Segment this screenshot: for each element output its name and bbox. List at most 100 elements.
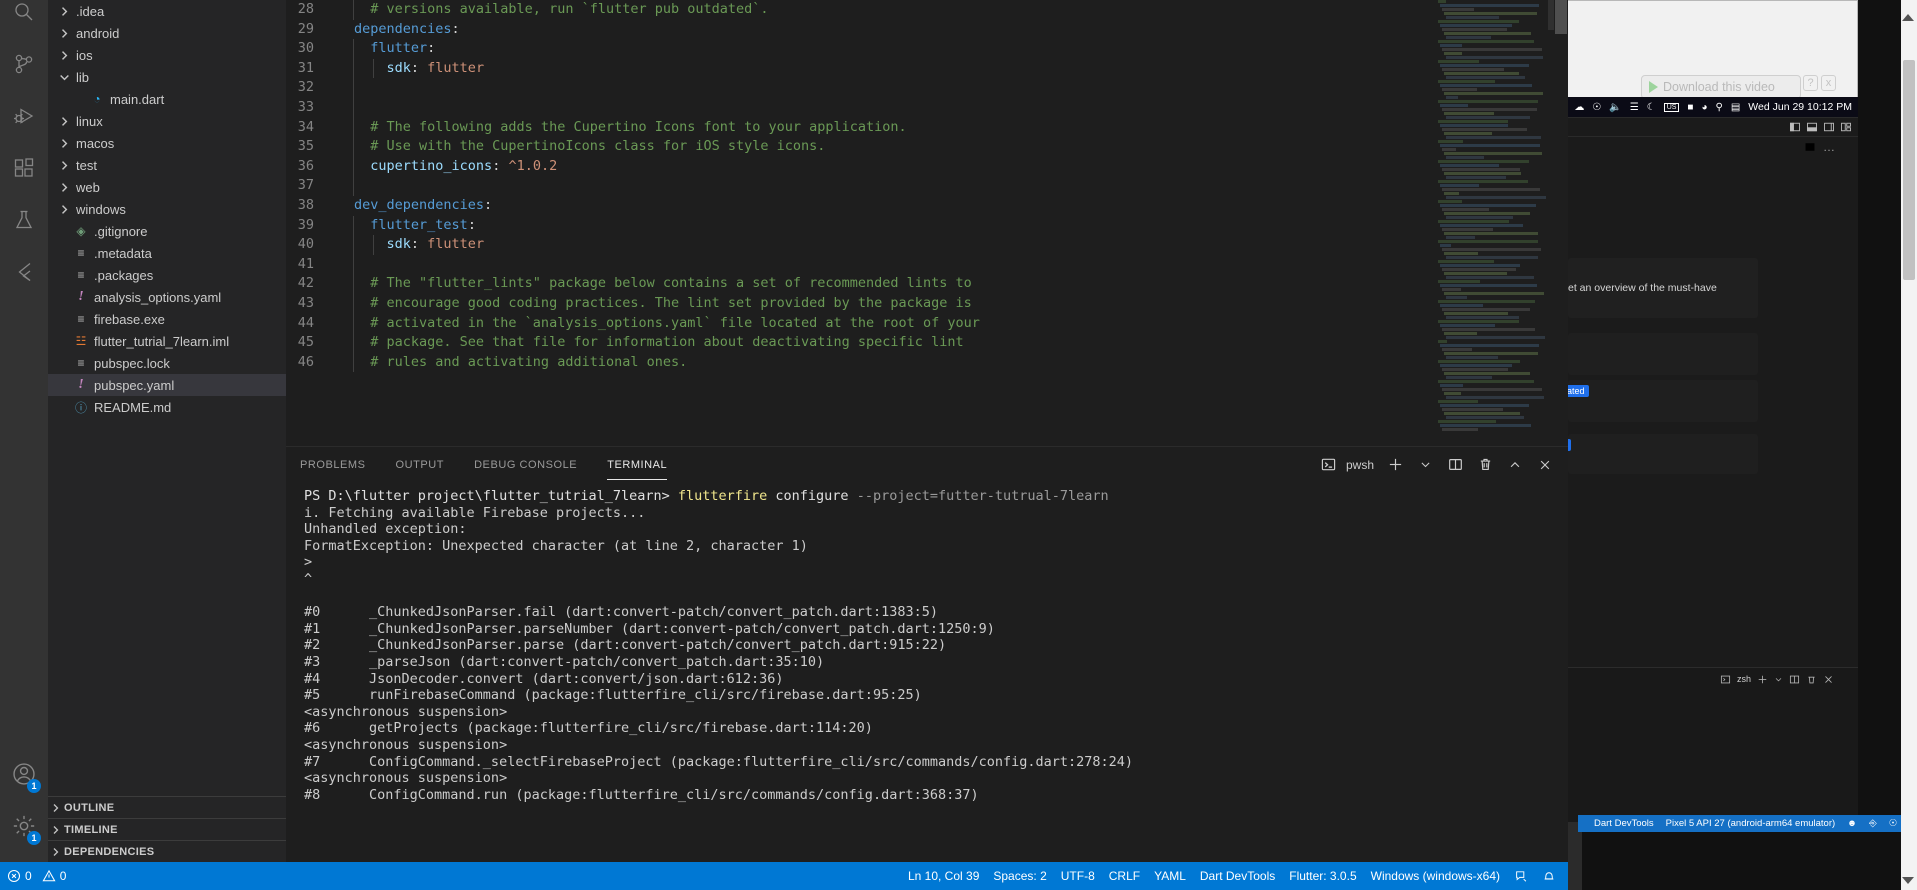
- tab-problems[interactable]: PROBLEMS: [300, 451, 366, 478]
- code-line[interactable]: 28 # versions available, run `flutter pu…: [286, 0, 1568, 20]
- tab-terminal[interactable]: TERMINAL: [607, 451, 668, 480]
- code-line[interactable]: 38 dev_dependencies:: [286, 196, 1568, 216]
- target-device[interactable]: Windows (windows-x64): [1364, 862, 1507, 890]
- doc-card[interactable]: dated: [1568, 380, 1758, 422]
- close-icon[interactable]: x: [1821, 75, 1836, 91]
- kill-terminal-icon[interactable]: [1472, 452, 1498, 478]
- file-tree-item[interactable]: ◔ main.dart: [48, 88, 286, 110]
- code-line[interactable]: 35 # Use with the CupertinoIcons class f…: [286, 137, 1568, 157]
- code-line[interactable]: 42 # The "flutter_lints" package below c…: [286, 274, 1568, 294]
- bluetooth-icon[interactable]: ☰: [1630, 102, 1639, 113]
- live-share-icon[interactable]: ☻: [1847, 818, 1857, 829]
- chevron-right-icon[interactable]: [56, 198, 72, 220]
- code-line[interactable]: 31 sdk: flutter: [286, 58, 1568, 79]
- file-tree-item[interactable]: test: [48, 154, 286, 176]
- secondary-device[interactable]: Pixel 5 API 27 (android-arm64 emulator): [1666, 818, 1836, 829]
- code-content[interactable]: 28 # versions available, run `flutter pu…: [286, 0, 1568, 373]
- page-scrollbar[interactable]: [1901, 0, 1917, 890]
- scroll-up-arrow-icon[interactable]: [1902, 14, 1914, 21]
- accounts-icon[interactable]: 1: [0, 748, 48, 800]
- file-tree-item[interactable]: ≡ .metadata: [48, 242, 286, 264]
- do-not-disturb-icon[interactable]: ☾: [1647, 102, 1656, 113]
- doc-card[interactable]: d: [1568, 434, 1758, 474]
- run-and-debug-icon[interactable]: [0, 90, 48, 142]
- chevron-right-icon[interactable]: [56, 176, 72, 198]
- file-tree-item[interactable]: lib: [48, 66, 286, 88]
- close-panel-icon[interactable]: [1532, 452, 1558, 478]
- file-tree-item[interactable]: ≡ pubspec.lock: [48, 352, 286, 374]
- tab-output[interactable]: OUTPUT: [396, 451, 445, 478]
- chevron-right-icon[interactable]: [56, 44, 72, 66]
- maximize-panel-icon[interactable]: [1502, 452, 1528, 478]
- code-line-text[interactable]: # The following adds the Cupertino Icons…: [334, 117, 907, 138]
- dart-devtools[interactable]: Dart DevTools: [1193, 862, 1282, 890]
- source-control-icon[interactable]: [0, 38, 48, 90]
- menubar-clock[interactable]: Wed Jun 29 10:12 PM: [1748, 101, 1852, 113]
- flutter-icon[interactable]: [0, 246, 48, 298]
- tab-debug-console[interactable]: DEBUG CONSOLE: [474, 451, 577, 478]
- file-tree-item[interactable]: ! analysis_options.yaml: [48, 286, 286, 308]
- remote-feedback-icon[interactable]: [1507, 862, 1535, 890]
- chevron-right-icon[interactable]: [56, 132, 72, 154]
- code-line-text[interactable]: cupertino_icons: ^1.0.2: [334, 156, 557, 177]
- code-line-text[interactable]: # activated in the `analysis_options.yam…: [334, 313, 980, 334]
- code-line[interactable]: 30 flutter:: [286, 39, 1568, 59]
- file-tree-item[interactable]: ! pubspec.yaml: [48, 374, 286, 396]
- testing-icon[interactable]: [0, 194, 48, 246]
- chevron-down-icon[interactable]: [56, 66, 72, 88]
- sidebar-panel-dependencies[interactable]: DEPENDENCIES: [48, 840, 286, 862]
- code-line-text[interactable]: dependencies:: [334, 20, 460, 40]
- spotlight-search-icon[interactable]: ⚲: [1716, 102, 1723, 113]
- manage-settings-icon[interactable]: 1: [0, 800, 48, 852]
- language-mode[interactable]: YAML: [1147, 862, 1193, 890]
- file-tree-item[interactable]: windows: [48, 198, 286, 220]
- doc-card[interactable]: [1568, 333, 1758, 375]
- wifi-icon[interactable]: ◕: [1701, 102, 1707, 113]
- code-line-text[interactable]: flutter_test:: [334, 215, 476, 236]
- terminal-shell-icon[interactable]: [1316, 452, 1342, 478]
- code-line-text[interactable]: # The "flutter_lints" package below cont…: [334, 274, 972, 294]
- keyboard-layout-icon[interactable]: US: [1663, 102, 1680, 112]
- sidebar-panel-timeline[interactable]: TIMELINE: [48, 818, 286, 840]
- code-line-text[interactable]: dev_dependencies:: [334, 196, 492, 216]
- code-line-text[interactable]: # rules and activating additional ones.: [334, 352, 687, 373]
- flutter-version[interactable]: Flutter: 3.0.5: [1282, 862, 1363, 890]
- bell-icon[interactable]: ☉: [1889, 818, 1898, 829]
- battery-icon[interactable]: ■: [1687, 102, 1693, 113]
- scroll-down-arrow-icon[interactable]: [1902, 877, 1914, 884]
- sidebar-panel-outline[interactable]: OUTLINE: [48, 796, 286, 818]
- chevron-right-icon[interactable]: [56, 154, 72, 176]
- code-line[interactable]: 45 # package. See that file for informat…: [286, 333, 1568, 353]
- code-line[interactable]: 29 dependencies:: [286, 20, 1568, 40]
- chevron-right-icon[interactable]: [56, 110, 72, 132]
- control-center-icon[interactable]: ▤: [1731, 102, 1740, 113]
- code-line-text[interactable]: sdk: flutter: [334, 235, 484, 255]
- code-line[interactable]: 34 # The following adds the Cupertino Ic…: [286, 117, 1568, 138]
- code-line[interactable]: 41: [286, 254, 1568, 275]
- problems-status[interactable]: 0 0: [0, 862, 73, 890]
- more-actions-icon[interactable]: …: [1823, 140, 1836, 154]
- new-terminal-icon[interactable]: [1382, 452, 1408, 478]
- secondary-dart-devtools[interactable]: Dart DevTools: [1594, 818, 1654, 829]
- browser-window[interactable]: Download this video ? x: [1568, 0, 1858, 106]
- bell-icon[interactable]: [1535, 862, 1568, 890]
- file-tree-item[interactable]: .idea: [48, 0, 286, 22]
- code-line[interactable]: 32: [286, 78, 1568, 98]
- code-line[interactable]: 40 sdk: flutter: [286, 235, 1568, 255]
- file-tree-item[interactable]: android: [48, 22, 286, 44]
- split-terminal-icon[interactable]: [1442, 452, 1468, 478]
- file-tree-item[interactable]: ≡ firebase.exe: [48, 308, 286, 330]
- dropbox-icon[interactable]: ☁: [1574, 102, 1584, 113]
- encoding[interactable]: UTF-8: [1054, 862, 1102, 890]
- code-line-text[interactable]: [334, 78, 354, 98]
- scrollbar-thumb[interactable]: [1903, 60, 1915, 280]
- code-line-text[interactable]: [334, 97, 354, 118]
- search-icon[interactable]: [0, 0, 48, 38]
- code-line[interactable]: 36 cupertino_icons: ^1.0.2: [286, 156, 1568, 177]
- help-icon[interactable]: ?: [1803, 75, 1818, 91]
- file-tree-item[interactable]: ⓘ README.md: [48, 396, 286, 418]
- file-tree-item[interactable]: linux: [48, 110, 286, 132]
- minimap[interactable]: [1436, 0, 1546, 446]
- file-tree-item[interactable]: ≡ .packages: [48, 264, 286, 286]
- code-line[interactable]: 43 # encourage good coding practices. Th…: [286, 293, 1568, 314]
